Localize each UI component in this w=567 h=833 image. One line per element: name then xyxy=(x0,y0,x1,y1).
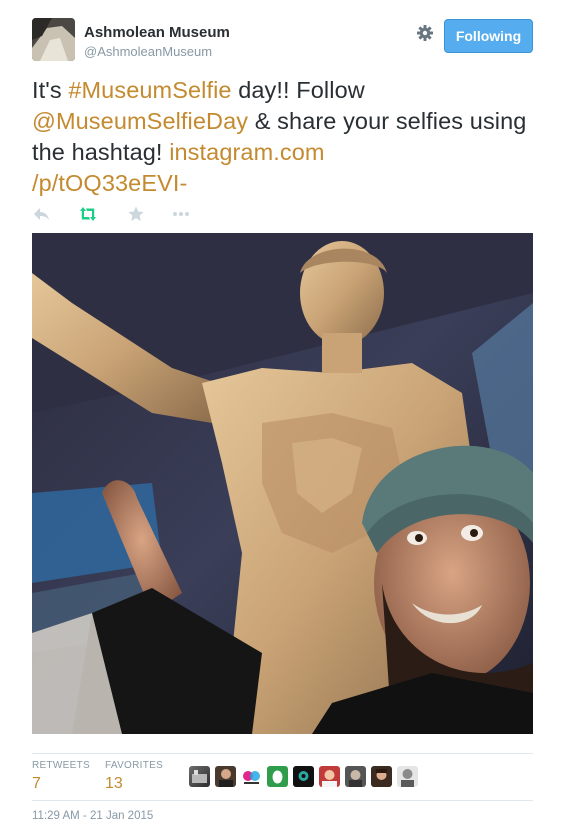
hashtag-link[interactable]: #MuseumSelfie xyxy=(68,77,231,103)
tweet-text-segment: It's xyxy=(32,77,69,103)
avatar[interactable] xyxy=(215,766,236,787)
avatar[interactable] xyxy=(319,766,340,787)
gear-icon[interactable] xyxy=(415,23,435,43)
account-handle[interactable]: @AshmoleanMuseum xyxy=(84,44,212,59)
avatar[interactable] xyxy=(241,766,262,787)
link-text: /p/tOQ33eEVI- xyxy=(32,170,188,196)
avatar[interactable] xyxy=(397,766,418,787)
tweet-text: It's #MuseumSelfie day!! Follow @MuseumS… xyxy=(32,75,537,199)
mention-link[interactable]: @MuseumSelfieDay xyxy=(32,108,248,134)
avatar[interactable] xyxy=(189,766,210,787)
account-avatar[interactable] xyxy=(32,18,75,61)
favorites-label: FAVORITES xyxy=(105,760,164,771)
avatar[interactable] xyxy=(345,766,366,787)
tweet-timestamp[interactable]: 11:29 AM - 21 Jan 2015 xyxy=(32,810,153,822)
favorites-count: 13 xyxy=(105,775,123,792)
divider xyxy=(32,753,533,754)
retweets-label: RETWEETS xyxy=(32,760,90,771)
avatar[interactable] xyxy=(371,766,392,787)
account-name[interactable]: Ashmolean Museum xyxy=(84,24,230,41)
retweet-icon[interactable] xyxy=(78,205,98,223)
divider xyxy=(32,800,533,801)
avatar[interactable] xyxy=(267,766,288,787)
favorite-icon[interactable] xyxy=(126,205,146,223)
reply-icon[interactable] xyxy=(32,205,52,223)
tweet-text-segment: day!! Follow xyxy=(231,77,365,103)
following-button[interactable]: Following xyxy=(444,19,533,53)
tweet-header: Ashmolean Museum @AshmoleanMuseum Follow… xyxy=(32,18,533,62)
avatar[interactable] xyxy=(293,766,314,787)
tweet-photo[interactable] xyxy=(32,233,533,734)
link-text: instagram.com xyxy=(169,139,325,165)
retweets-stat[interactable]: RETWEETS 7 xyxy=(32,760,90,793)
more-icon[interactable] xyxy=(171,205,191,223)
favorites-stat[interactable]: FAVORITES 13 xyxy=(105,760,163,793)
tweet-actions xyxy=(32,205,202,225)
retweets-count: 7 xyxy=(32,775,41,792)
